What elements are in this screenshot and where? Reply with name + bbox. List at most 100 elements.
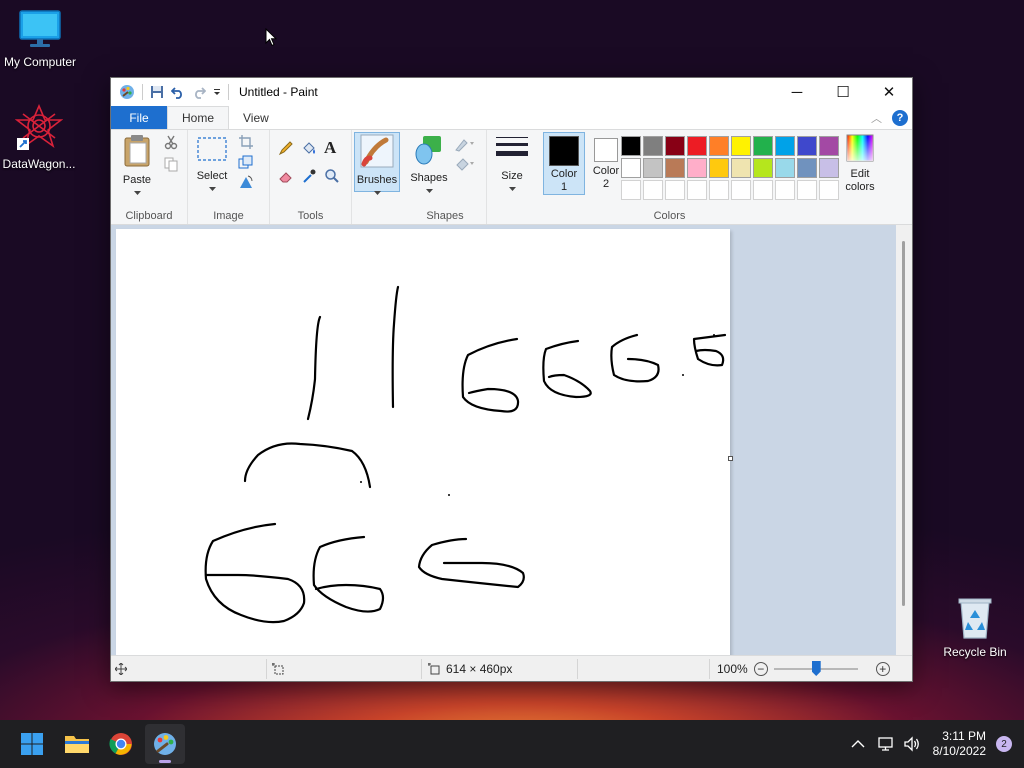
image-group-label: Image [213, 210, 244, 222]
color-swatch[interactable] [621, 158, 641, 178]
fill-shape-icon[interactable] [454, 156, 476, 172]
freehand-drawing [204, 285, 727, 624]
maximize-button[interactable]: ☐ [820, 78, 866, 106]
desktop-icon-recycle-bin[interactable]: Recycle Bin [935, 596, 1015, 659]
desktop-icon-my-computer[interactable]: My Computer [0, 8, 80, 69]
chevron-down-icon [208, 187, 216, 191]
size-label: Size [501, 170, 523, 182]
minimize-button[interactable]: ─ [774, 78, 820, 106]
pencil-icon[interactable] [278, 140, 294, 156]
color-swatch[interactable] [731, 136, 751, 156]
network-icon[interactable] [877, 736, 895, 752]
start-button[interactable] [12, 724, 52, 764]
color-swatch[interactable] [775, 136, 795, 156]
undo-icon[interactable] [171, 85, 185, 99]
paste-button[interactable]: Paste [117, 134, 157, 200]
clipboard-group-label: Clipboard [125, 210, 173, 222]
notification-badge[interactable]: 2 [996, 736, 1012, 752]
tab-file[interactable]: File [111, 106, 167, 129]
color-swatch[interactable] [731, 158, 751, 178]
desktop-icon-label: My Computer [3, 55, 77, 69]
copy-icon[interactable] [163, 156, 179, 172]
color-swatch[interactable] [753, 136, 773, 156]
chevron-down-icon [508, 187, 516, 191]
taskbar-paint[interactable] [145, 724, 185, 764]
vertical-scrollbar[interactable] [896, 225, 912, 656]
text-tool-button[interactable]: A [324, 138, 340, 157]
close-button[interactable]: ✕ [866, 78, 912, 106]
resize-icon[interactable] [238, 154, 254, 170]
fill-icon[interactable] [301, 140, 317, 156]
color1-button[interactable]: Color 1 [543, 132, 585, 195]
color-swatch[interactable] [687, 136, 707, 156]
custom-color-swatch[interactable] [731, 180, 751, 200]
color-swatch[interactable] [643, 158, 663, 178]
help-button[interactable]: ? [892, 109, 908, 126]
file-explorer-icon [65, 736, 89, 753]
canvas-resize-handle-right[interactable] [728, 456, 733, 461]
color2-button[interactable]: Color 2 [586, 132, 626, 191]
custom-color-swatch[interactable] [643, 180, 663, 200]
color1-number: 1 [560, 181, 568, 193]
magnifier-icon[interactable] [324, 168, 340, 184]
color-swatch[interactable] [665, 136, 685, 156]
rotate-icon[interactable] [238, 174, 254, 190]
select-button[interactable]: Select [194, 134, 230, 196]
zoom-in-button[interactable]: + [875, 662, 890, 676]
taskbar-chrome[interactable] [101, 724, 141, 764]
custom-color-swatch[interactable] [665, 180, 685, 200]
custom-color-swatch[interactable] [709, 180, 729, 200]
volume-icon[interactable] [903, 736, 921, 752]
zoom-out-button[interactable]: − [753, 662, 768, 676]
color-swatch[interactable] [753, 158, 773, 178]
taskbar-file-explorer[interactable] [57, 724, 97, 764]
minimize-ribbon-button[interactable]: ︿ [871, 110, 882, 126]
custom-color-swatch[interactable] [621, 180, 641, 200]
custom-color-swatch[interactable] [687, 180, 707, 200]
group-clipboard: Paste Clipboard [111, 130, 188, 224]
color2-label: Color [592, 165, 620, 177]
eraser-icon[interactable] [278, 168, 294, 184]
color-swatch[interactable] [819, 136, 839, 156]
brushes-label: Brushes [356, 174, 398, 186]
color-swatch[interactable] [687, 158, 707, 178]
taskbar-clock[interactable]: 3:11 PM 8/10/2022 [933, 729, 986, 759]
brushes-button[interactable]: Brushes [354, 132, 400, 195]
tab-home[interactable]: Home [167, 106, 230, 129]
paint-app-icon[interactable] [119, 84, 135, 100]
outline-icon[interactable] [454, 136, 476, 152]
color-swatch[interactable] [709, 158, 729, 178]
color-swatch[interactable] [775, 158, 795, 178]
size-button[interactable]: Size [495, 134, 529, 196]
datawagon-shortcut-icon [14, 103, 64, 150]
color-swatch[interactable] [643, 136, 663, 156]
custom-color-swatch[interactable] [775, 180, 795, 200]
save-icon[interactable] [150, 85, 164, 99]
shapes-icon [415, 136, 441, 165]
show-hidden-icons-icon[interactable] [851, 739, 865, 749]
color-swatch[interactable] [819, 158, 839, 178]
custom-color-swatch[interactable] [797, 180, 817, 200]
drawing-canvas[interactable] [116, 229, 733, 656]
group-size[interactable]: Size [487, 130, 537, 224]
crop-icon[interactable] [238, 134, 254, 150]
shapes-button[interactable]: Shapes [410, 134, 448, 198]
custom-color-swatch[interactable] [753, 180, 773, 200]
color-swatch[interactable] [621, 136, 641, 156]
cut-icon[interactable] [163, 134, 179, 150]
color-swatch[interactable] [709, 136, 729, 156]
custom-color-swatch[interactable] [819, 180, 839, 200]
desktop-icon-datawagon[interactable]: DataWagon... [0, 103, 79, 171]
redo-icon[interactable] [192, 85, 206, 99]
edit-colors-button[interactable]: Edit colors [842, 134, 878, 194]
customize-qat-icon[interactable] [213, 87, 221, 97]
group-brushes: Brushes [352, 130, 404, 224]
zoom-slider-thumb[interactable] [811, 661, 821, 676]
color-picker-icon[interactable] [301, 168, 317, 184]
color-swatch[interactable] [797, 136, 817, 156]
color-swatch[interactable] [665, 158, 685, 178]
tab-view[interactable]: View [229, 106, 283, 129]
recycle-bin-icon [958, 598, 992, 639]
color-swatch[interactable] [797, 158, 817, 178]
zoom-slider[interactable] [773, 661, 858, 676]
